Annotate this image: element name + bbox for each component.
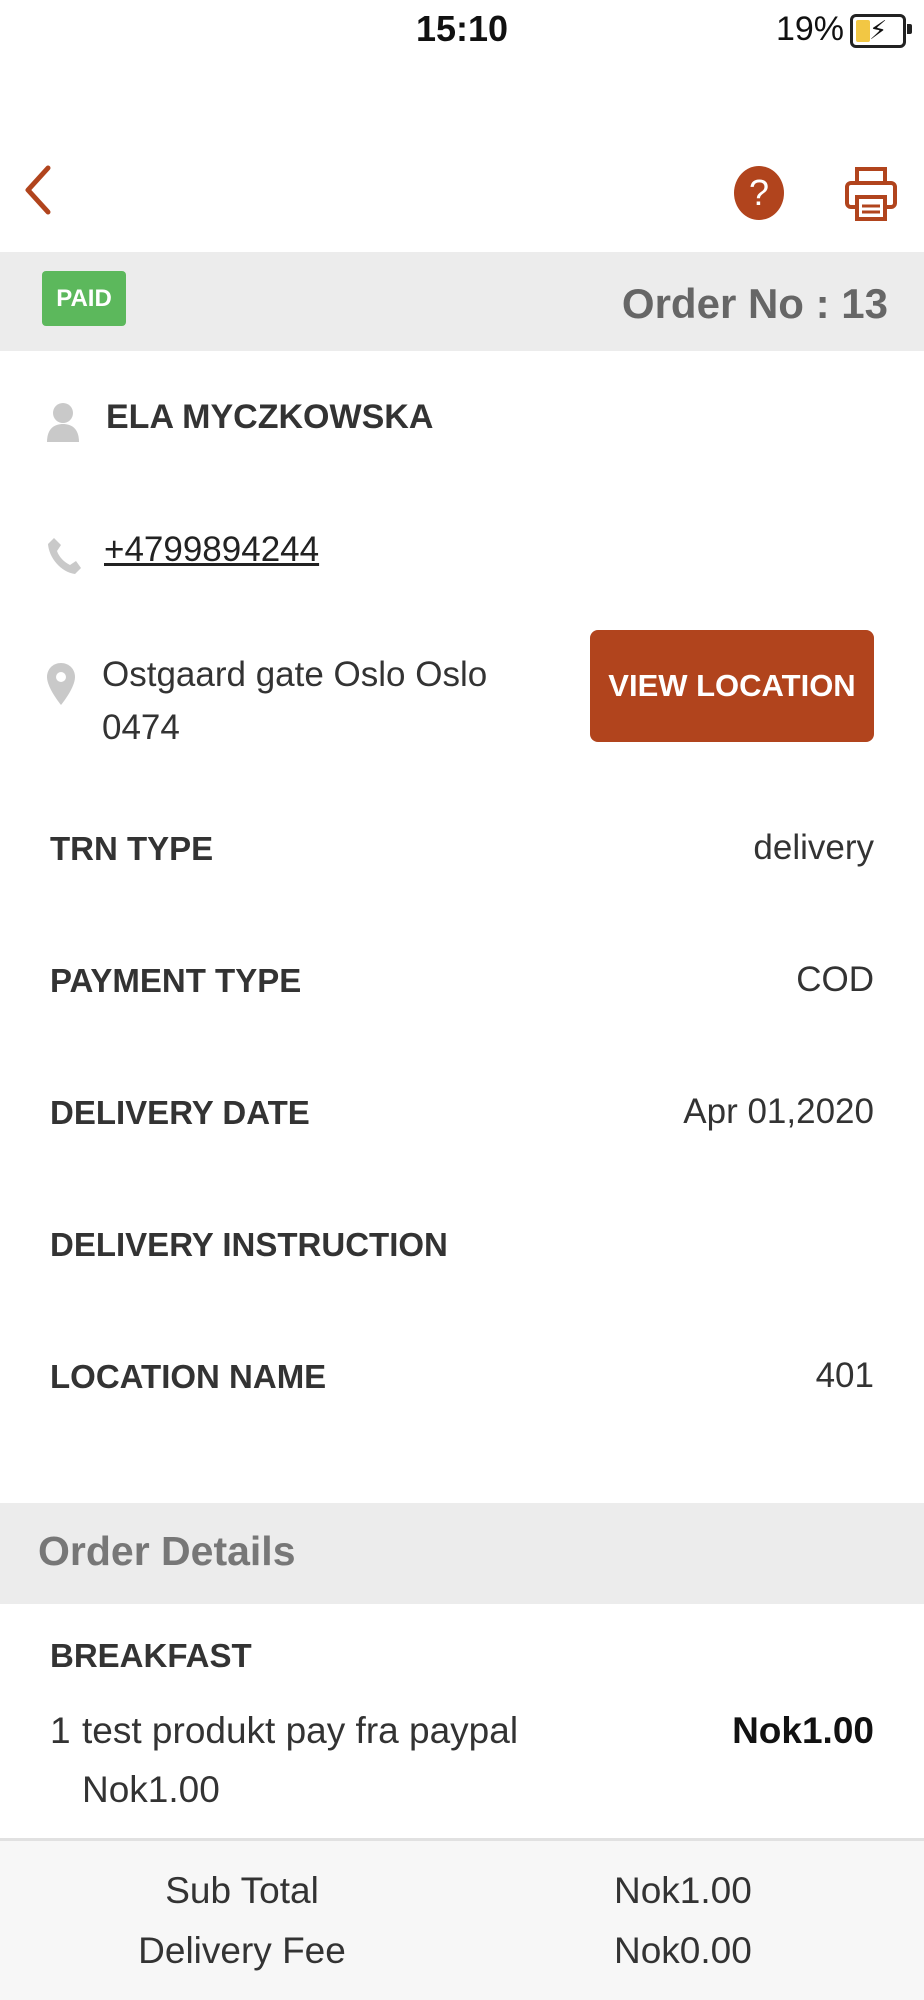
battery-icon: ⚡ <box>850 14 906 48</box>
help-button[interactable]: ? <box>734 166 784 220</box>
payment-type-label: PAYMENT TYPE <box>50 962 302 999</box>
sub-total-value: Nok1.00 <box>614 1870 752 1911</box>
location-name-label: LOCATION NAME <box>50 1358 327 1395</box>
order-number: Order No : 13 <box>621 280 888 327</box>
item-quantity: 1 <box>50 1710 71 1751</box>
delivery-date-value: Apr 01,2020 <box>683 1092 874 1131</box>
battery-cap <box>907 24 912 34</box>
customer-address: Ostgaard gate Oslo Oslo 0474 <box>102 648 522 754</box>
user-icon <box>47 403 79 442</box>
delivery-fee-value: Nok0.00 <box>614 1930 752 1971</box>
address-line-1: Ostgaard gate Oslo Oslo <box>102 655 488 694</box>
delivery-date-label: DELIVERY DATE <box>50 1094 310 1131</box>
order-summary <box>0 1841 924 2000</box>
trn-type-label: TRN TYPE <box>50 830 214 867</box>
phone-icon <box>48 538 81 574</box>
chevron-left-icon <box>25 165 51 215</box>
sub-total-label: Sub Total <box>165 1870 319 1911</box>
location-pin-icon <box>47 663 75 705</box>
item-name: test produkt pay fra paypal <box>82 1710 519 1751</box>
paid-badge: PAID <box>42 271 126 326</box>
payment-type-value: COD <box>796 960 874 999</box>
trn-type-value: delivery <box>753 828 874 867</box>
order-details-title: Order Details <box>38 1528 296 1574</box>
item-total: Nok1.00 <box>732 1710 874 1751</box>
question-icon: ? <box>748 172 770 213</box>
category-name: BREAKFAST <box>50 1637 252 1674</box>
item-unit-price: Nok1.00 <box>82 1769 220 1810</box>
delivery-instruction-label: DELIVERY INSTRUCTION <box>50 1226 448 1263</box>
customer-name: ELA MYCZKOWSKA <box>106 398 434 436</box>
print-button[interactable] <box>844 166 898 222</box>
delivery-fee-label: Delivery Fee <box>138 1930 346 1971</box>
location-name-value: 401 <box>815 1356 874 1395</box>
address-line-2: 0474 <box>102 708 180 747</box>
view-location-button[interactable]: VIEW LOCATION <box>590 630 874 742</box>
battery-percent: 19% <box>775 10 844 48</box>
printer-icon <box>845 167 897 221</box>
back-button[interactable] <box>14 160 64 220</box>
phone-link[interactable]: +4799894244 <box>104 530 319 570</box>
